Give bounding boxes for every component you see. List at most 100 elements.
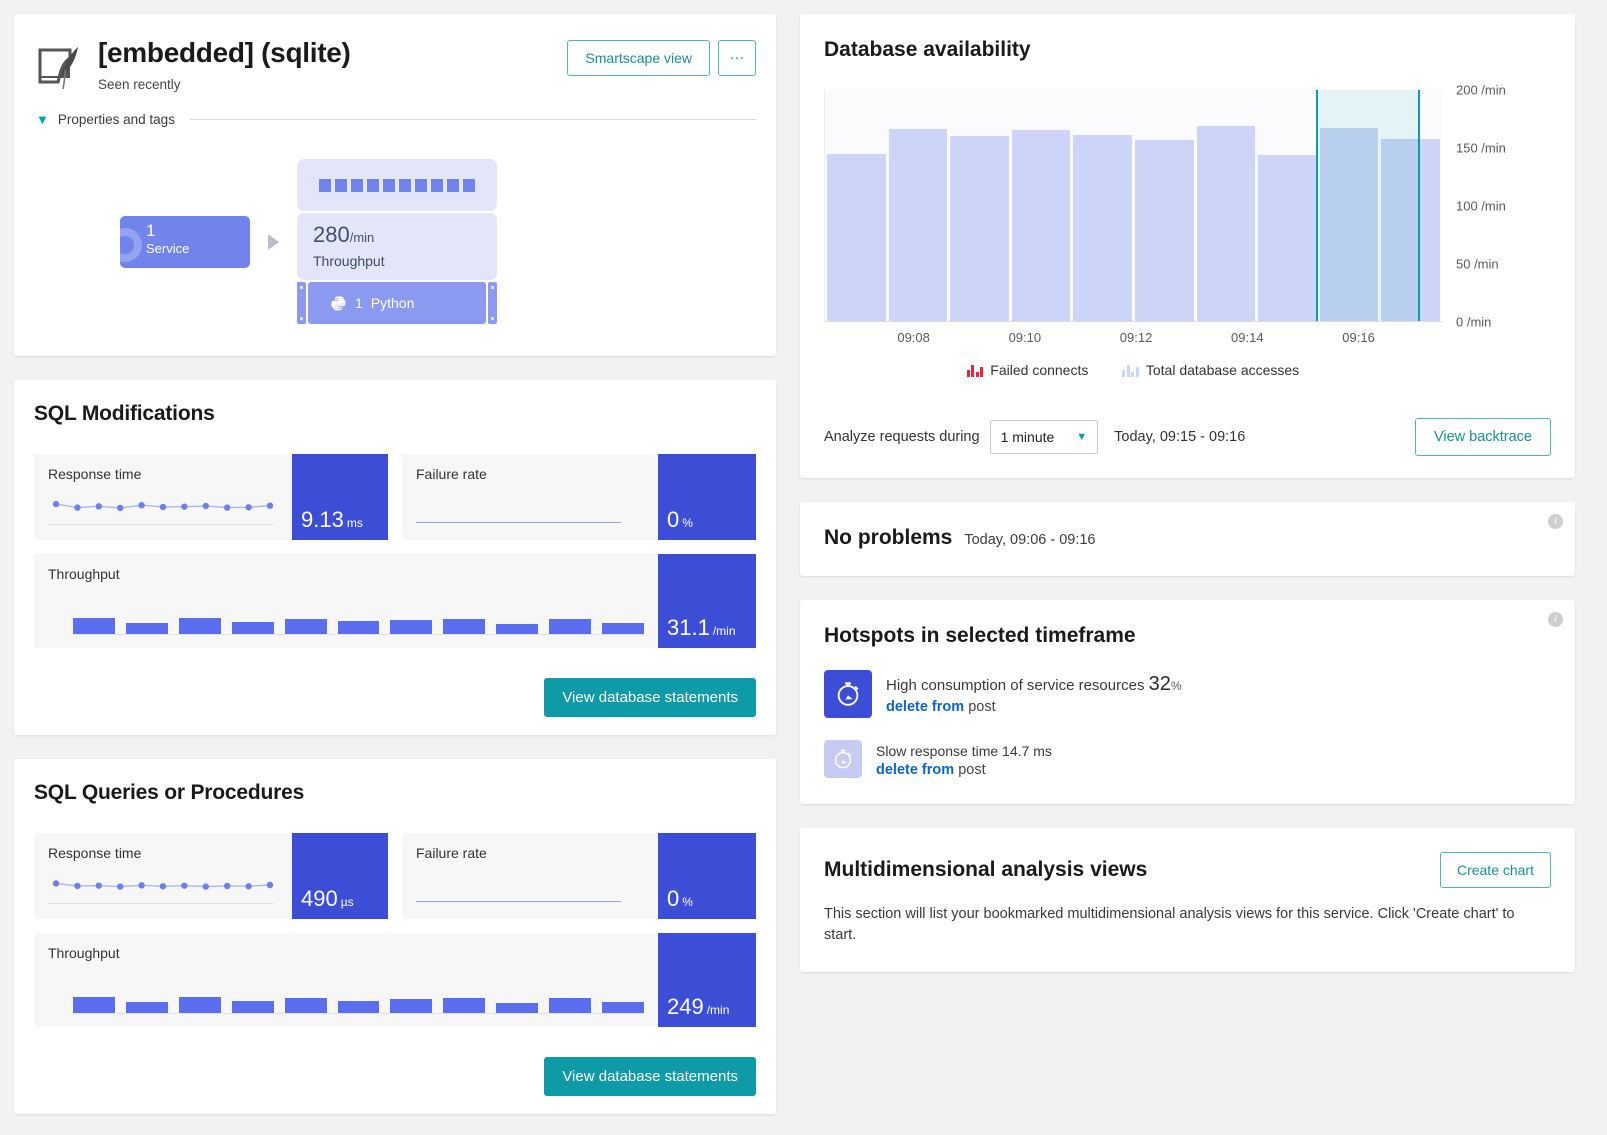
dashboard-page: [embedded] (sqlite) Seen recently Smarts… xyxy=(0,0,1607,1135)
y-axis-tick: 200 /min xyxy=(1456,82,1506,98)
throughput-bar xyxy=(549,618,592,634)
throughput-value-box: 249/min xyxy=(658,933,756,1027)
hotspots-title: Hotspots in selected timeframe xyxy=(824,624,1136,647)
hotspot-subline: delete from post xyxy=(886,699,1182,715)
selection-band[interactable] xyxy=(1315,90,1421,321)
hotspot-description: Slow response time 14.7 ms xyxy=(876,743,1052,759)
failure-rate-value-box: 0% xyxy=(658,833,756,919)
analyze-range: Today, 09:15 - 09:16 xyxy=(1114,429,1246,445)
hotspot-link[interactable]: delete from xyxy=(886,699,964,715)
hotspot-link-suffix: post xyxy=(958,762,986,778)
chevron-down-icon: ▼ xyxy=(36,112,49,127)
throughput-bar xyxy=(390,999,433,1013)
response-time-body: Response time xyxy=(34,833,292,919)
process-right-rail xyxy=(488,282,497,324)
multidimensional-card: Multidimensional analysis views Create c… xyxy=(800,828,1575,972)
hotspot-item[interactable]: Slow response time 14.7 ms delete from p… xyxy=(824,740,1551,778)
throughput-bar xyxy=(284,997,327,1013)
hotspot-description: High consumption of service resources xyxy=(886,677,1145,694)
entity-header-top: [embedded] (sqlite) Seen recently Smarts… xyxy=(34,36,756,96)
x-axis-tick: 09:14 xyxy=(1231,330,1264,345)
throughput-label: Throughput xyxy=(48,566,120,582)
view-database-statements-button[interactable]: View database statements xyxy=(544,678,756,717)
failure-rate-unit: % xyxy=(682,895,693,909)
response-time-value-box: 9.13 ms xyxy=(292,454,388,540)
failure-rate-tile[interactable]: Failure rate 0% xyxy=(402,454,756,540)
throughput-bar xyxy=(337,1000,380,1013)
availability-bar xyxy=(1011,130,1071,321)
hotspot-text: High consumption of service resources 32… xyxy=(886,670,1182,715)
throughput-value: 249 xyxy=(667,994,704,1019)
rail-dot xyxy=(491,317,494,320)
sqlite-feather-icon xyxy=(34,40,90,96)
failure-rate-value: 0 xyxy=(667,886,680,911)
throughput-bar xyxy=(178,997,221,1013)
multidimensional-description: This section will list your bookmarked m… xyxy=(824,906,1515,943)
baseline xyxy=(48,903,274,904)
failure-rate-label: Failure rate xyxy=(416,845,487,861)
view-database-statements-button[interactable]: View database statements xyxy=(544,1057,756,1096)
throughput-bar xyxy=(496,623,539,634)
rail-dot xyxy=(300,286,303,289)
failure-rate-tile[interactable]: Failure rate 0% xyxy=(402,833,756,919)
throughput-unit: /min xyxy=(712,624,736,638)
info-icon[interactable]: i xyxy=(1548,612,1563,627)
throughput-bar xyxy=(73,617,115,634)
legend-item-total-accesses[interactable]: Total database accesses xyxy=(1122,362,1299,378)
chart-legend: Failed connects Total database accesses xyxy=(824,362,1442,378)
baseline xyxy=(73,1013,644,1014)
throughput-body: Throughput xyxy=(34,933,658,1027)
process-label: Python xyxy=(370,295,415,311)
response-time-tile[interactable]: Response time 490 µs xyxy=(34,833,388,919)
sql-queries-tiles: Response time 490 µs Failure rate 0 % xyxy=(34,833,756,919)
hotspot-headline: High consumption of service resources 32… xyxy=(886,673,1182,696)
topology-throughput-label: Throughput xyxy=(313,253,385,269)
response-time-tile[interactable]: Response time 9.13 ms xyxy=(34,454,388,540)
spark-square xyxy=(431,178,443,192)
response-time-value: 9.13 xyxy=(301,507,344,532)
service-node[interactable]: 1 Service xyxy=(120,215,250,268)
availability-bar xyxy=(888,129,948,321)
throughput-tile[interactable]: Throughput 249/min xyxy=(34,933,756,1027)
process-group-row[interactable]: 1 Python xyxy=(297,282,497,324)
info-icon[interactable]: i xyxy=(1548,514,1563,529)
properties-and-tags-toggle[interactable]: ▼ Properties and tags xyxy=(34,112,756,127)
throughput-tile[interactable]: Throughput 31.1/min xyxy=(34,554,756,648)
bar-chart-icon xyxy=(966,364,984,377)
throughput-bar xyxy=(125,623,168,634)
failure-rate-flatline xyxy=(416,901,622,902)
chevron-down-icon: ▼ xyxy=(1076,431,1088,443)
topology-sparkline xyxy=(297,159,497,211)
x-axis-tick: 09:10 xyxy=(1008,330,1042,345)
hotspot-link[interactable]: delete from xyxy=(876,762,954,778)
x-axis-tick: 09:08 xyxy=(897,330,930,345)
spark-square xyxy=(319,178,331,192)
view-backtrace-button[interactable]: View backtrace xyxy=(1414,418,1551,456)
baseline xyxy=(73,634,644,635)
availability-chart[interactable]: 09:08 09:10 09:12 09:14 09:16 Failed connect… xyxy=(824,83,1551,378)
hotspot-text: Slow response time 14.7 ms delete from p… xyxy=(876,740,1052,778)
create-chart-button[interactable]: Create chart xyxy=(1439,852,1551,888)
divider xyxy=(189,119,756,120)
service-count: 1 xyxy=(146,220,156,240)
legend-item-failed-connects[interactable]: Failed connects xyxy=(966,362,1088,378)
analyze-controls: Analyze requests during 1 minute ▼ Today… xyxy=(824,418,1551,456)
seen-status: Seen recently xyxy=(98,77,181,92)
spark-square xyxy=(367,178,379,192)
multidimensional-title: Multidimensional analysis views xyxy=(824,858,1148,881)
availability-bar xyxy=(1134,139,1194,321)
more-options-button[interactable]: ··· xyxy=(718,40,756,76)
hotspot-item[interactable]: High consumption of service resources 32… xyxy=(824,670,1551,718)
no-problems-title: No problems xyxy=(824,526,953,549)
database-availability-card: Database availability 09:08 09:10 09:12 09:… xyxy=(800,14,1575,478)
availability-plot-area[interactable] xyxy=(824,90,1442,322)
sql-queries-footer: View database statements xyxy=(34,1057,756,1096)
python-icon xyxy=(330,295,347,312)
throughput-label: Throughput xyxy=(48,945,120,961)
topology-throughput-value: 280 xyxy=(313,222,350,247)
hotspot-subline: delete from post xyxy=(876,762,1052,778)
smartscape-view-button[interactable]: Smartscape view xyxy=(567,40,710,76)
process-node[interactable]: 1 Python xyxy=(308,282,486,324)
interval-select[interactable]: 1 minute ▼ xyxy=(989,420,1099,454)
hotspot-value: 32 xyxy=(1148,673,1171,695)
